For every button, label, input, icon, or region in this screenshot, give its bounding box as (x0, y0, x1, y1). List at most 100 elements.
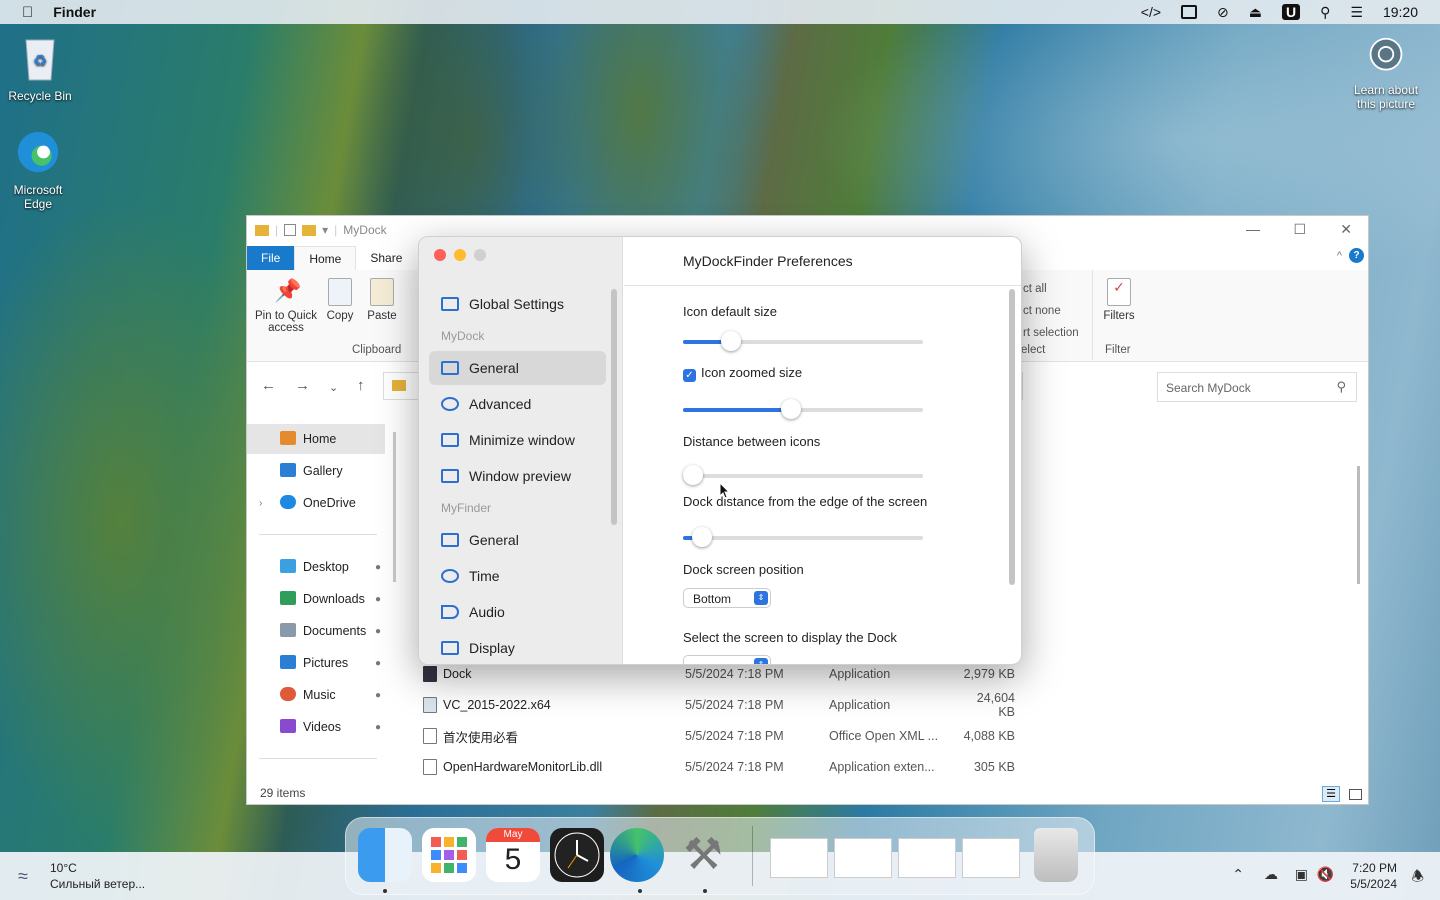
spotlight-search-icon[interactable]: ⚲ (1320, 4, 1330, 21)
active-app-menu[interactable]: Finder (53, 4, 96, 20)
finder-icon[interactable] (358, 828, 412, 882)
menubar-clock[interactable]: 19:20 (1383, 4, 1418, 20)
minimized-window-thumb[interactable] (834, 838, 892, 878)
slider-knob[interactable] (692, 527, 713, 547)
sidebar-item-home[interactable]: Home (247, 424, 385, 454)
sidebar-scrollbar[interactable] (611, 289, 617, 525)
trash-icon[interactable] (1034, 828, 1078, 882)
zoom-window-icon[interactable] (474, 249, 486, 261)
file-row[interactable]: 首次使用必看 5/5/2024 7:18 PM Office Open XML ..… (423, 721, 1223, 751)
calendar-icon[interactable]: May 5 (486, 828, 540, 882)
learn-about-picture-icon[interactable]: Learn about this picture (1346, 36, 1426, 111)
edge-desktop-icon[interactable]: Microsoft Edge (0, 128, 78, 211)
pin-icon[interactable]: ● (375, 594, 381, 605)
minimize-icon[interactable]: — (1246, 221, 1260, 237)
sidebar-item-pictures[interactable]: Pictures ● (247, 648, 385, 678)
minimize-window-icon[interactable] (454, 249, 466, 261)
clock-app-icon[interactable] (550, 828, 604, 882)
nav-minimize-window[interactable]: Minimize window (429, 423, 606, 457)
display-icon[interactable] (1181, 5, 1198, 19)
sidebar-item-downloads[interactable]: Downloads ● (247, 584, 385, 614)
sidebar-item-music[interactable]: Music ● (247, 680, 385, 710)
slider-knob[interactable] (721, 331, 741, 351)
minimized-window-thumb[interactable] (898, 838, 956, 878)
sidebar-item-desktop[interactable]: Desktop ● (247, 552, 385, 582)
sidebar-item-videos[interactable]: Videos ● (247, 712, 385, 742)
u-app-icon[interactable]: U (1282, 4, 1301, 20)
tab-file[interactable]: File (247, 246, 295, 270)
nav-myfinder-general[interactable]: General (429, 523, 606, 557)
close-window-icon[interactable] (434, 249, 446, 261)
checkmark-icon[interactable]: ✓ (683, 369, 696, 382)
icon-zoomed-size-slider[interactable] (683, 399, 923, 419)
distance-between-icons-slider[interactable] (682, 465, 923, 485)
details-view-icon[interactable]: ☰ (1322, 786, 1340, 802)
wifi-off-icon[interactable]: ⊘ (1217, 4, 1229, 21)
show-hidden-icons-chevron-icon[interactable]: ⌃ (1232, 866, 1244, 883)
expand-chevron-icon[interactable]: › (259, 498, 262, 509)
slider-knob[interactable] (682, 465, 703, 485)
pin-icon[interactable]: ● (375, 722, 381, 733)
notifications-icon[interactable]: 🕭 (1411, 866, 1424, 890)
nav-advanced[interactable]: Advanced (429, 387, 606, 421)
properties-icon[interactable] (284, 224, 297, 236)
nav-window-preview[interactable]: Window preview (429, 459, 606, 493)
utilities-tools-icon[interactable]: ⚒ (676, 828, 730, 882)
volume-icon[interactable]: 🔇 (1317, 866, 1334, 883)
apple-menu-icon[interactable]:  (22, 4, 33, 21)
pin-icon[interactable]: ● (375, 562, 381, 573)
customize-toolbar-icon[interactable]: ▾ (322, 223, 328, 237)
recent-locations-icon[interactable]: ⌄ (329, 381, 338, 394)
wind-weather-icon[interactable]: ≈ (18, 866, 28, 887)
dock-position-select[interactable]: Bottom ⇕ (683, 588, 771, 608)
tab-share[interactable]: Share (356, 246, 416, 270)
up-icon[interactable]: ↑ (357, 377, 365, 394)
tab-home[interactable]: Home (294, 246, 357, 270)
select-none-button[interactable]: ct none (1023, 300, 1079, 322)
code-icon[interactable]: </> (1141, 4, 1161, 20)
nav-scrollbar[interactable] (393, 432, 396, 582)
eject-icon[interactable]: ⏏ (1249, 4, 1262, 21)
onedrive-tray-icon[interactable]: ☁ (1264, 866, 1278, 883)
new-folder-icon[interactable] (302, 224, 317, 236)
file-row[interactable]: VC_2015-2022.x64 5/5/2024 7:18 PM Applicat… (423, 690, 1223, 720)
minimized-window-thumb[interactable] (962, 838, 1020, 878)
select-all-button[interactable]: ct all (1023, 278, 1079, 300)
slider-knob[interactable] (781, 399, 801, 419)
content-scrollbar[interactable] (1009, 289, 1015, 585)
pin-icon[interactable]: ● (375, 626, 381, 637)
paste-button[interactable]: Paste (349, 278, 415, 322)
back-icon[interactable]: ← (261, 377, 276, 394)
launchpad-icon[interactable] (422, 828, 476, 882)
content-scrollbar[interactable] (1357, 466, 1360, 584)
weather-widget[interactable]: 10°C Сильный ветер... (50, 860, 145, 892)
maximize-icon[interactable]: ☐ (1293, 221, 1306, 238)
screen-select[interactable]: ⇕ (683, 655, 771, 664)
taskbar-clock[interactable]: 7:20 PM 5/5/2024 (1350, 860, 1397, 892)
nav-display[interactable]: Display (429, 631, 606, 664)
minimized-window-thumb[interactable] (770, 838, 828, 878)
nav-audio[interactable]: Audio (429, 595, 606, 629)
search-input[interactable]: Search MyDock ⚲ (1157, 372, 1357, 402)
close-icon[interactable]: ✕ (1340, 221, 1352, 238)
pin-icon[interactable]: ● (375, 690, 381, 701)
help-icon[interactable]: ? (1349, 248, 1364, 263)
sidebar-item-documents[interactable]: Documents ● (247, 616, 385, 646)
nav-global-settings[interactable]: Global Settings (429, 287, 606, 321)
forward-icon[interactable]: → (295, 377, 310, 394)
icon-zoomed-size-checkbox[interactable]: ✓ Icon zoomed size (683, 365, 802, 382)
file-row[interactable]: OpenHardwareMonitorLib.dll 5/5/2024 7:18 … (423, 752, 1223, 782)
dock-distance-slider[interactable] (683, 527, 923, 547)
invert-selection-button[interactable]: rt selection (1023, 322, 1079, 344)
thumbnail-view-icon[interactable] (1349, 789, 1362, 800)
pin-icon[interactable]: ● (375, 658, 381, 669)
sidebar-item-gallery[interactable]: Gallery (247, 456, 385, 486)
sidebar-item-onedrive[interactable]: › OneDrive (247, 488, 385, 518)
recycle-bin-desktop-icon[interactable]: ♻ Recycle Bin (0, 34, 80, 103)
nav-mydock-general[interactable]: General (429, 351, 606, 385)
nav-time[interactable]: Time (429, 559, 606, 593)
edge-dock-icon[interactable] (610, 828, 664, 882)
icon-default-size-slider[interactable] (683, 331, 923, 351)
collapse-ribbon-icon[interactable]: ^ (1337, 250, 1342, 262)
network-icon[interactable]: ▣ (1295, 866, 1308, 883)
